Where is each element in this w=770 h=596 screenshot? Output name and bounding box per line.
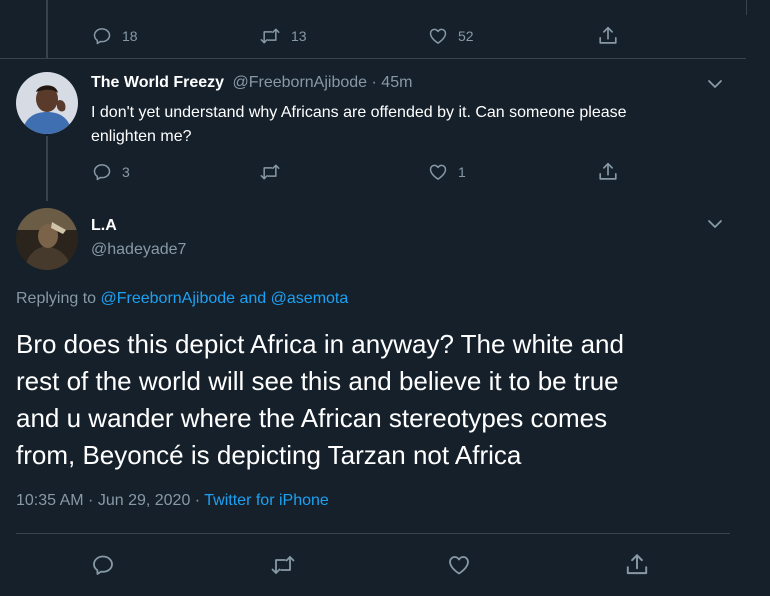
- top-reply-action[interactable]: 18: [92, 26, 138, 46]
- main-like-action[interactable]: [447, 553, 471, 577]
- retweet-icon: [259, 26, 281, 46]
- author-name[interactable]: L.A: [91, 216, 186, 236]
- top-like-action[interactable]: 52: [428, 26, 474, 46]
- replying-and: and: [239, 290, 267, 307]
- separator: ·: [371, 74, 377, 91]
- share-icon: [624, 552, 650, 578]
- reply-tweet-text: I don't yet understand why Africans are …: [91, 101, 627, 149]
- tweet-timestamp[interactable]: 10:35 AM · Jun 29, 2020: [16, 492, 190, 509]
- divider: [0, 58, 746, 59]
- top-reply-count: 18: [122, 28, 138, 44]
- mention-link[interactable]: @asemota: [271, 290, 349, 307]
- avatar[interactable]: [16, 72, 78, 134]
- reply-count: 3: [122, 164, 130, 180]
- like-icon: [428, 26, 448, 46]
- tweet-thread: 18 13 52 The World Freezy @FreebornAjibo…: [0, 0, 770, 596]
- top-retweet-count: 13: [291, 28, 307, 44]
- reply-action[interactable]: 3: [92, 162, 130, 182]
- tweet-source[interactable]: Twitter for iPhone: [204, 492, 329, 509]
- mention-link[interactable]: @FreebornAjibode: [101, 290, 236, 307]
- tweet-text-line: and u wander where the African stereotyp…: [16, 403, 608, 433]
- top-retweet-action[interactable]: 13: [259, 26, 307, 46]
- separator: ·: [194, 492, 201, 509]
- reply-icon: [92, 26, 112, 46]
- reply-icon: [92, 162, 112, 182]
- share-icon: [597, 161, 619, 183]
- reply-icon: [91, 553, 115, 577]
- top-like-count: 52: [458, 28, 474, 44]
- column-border: [746, 0, 747, 15]
- reply-text-line: I don't yet understand why Africans are …: [91, 104, 627, 121]
- like-icon: [447, 553, 471, 577]
- main-tweet-author: L.A @hadeyade7: [91, 216, 186, 262]
- replying-to: Replying to @FreebornAjibode and @asemot…: [16, 290, 348, 308]
- tweet-meta: 10:35 AM · Jun 29, 2020 · Twitter for iP…: [16, 492, 329, 510]
- share-icon: [597, 25, 619, 47]
- retweet-icon: [259, 162, 281, 182]
- main-share-action[interactable]: [624, 552, 650, 578]
- main-reply-action[interactable]: [91, 553, 115, 577]
- tweet-time[interactable]: 45m: [381, 74, 412, 91]
- author-handle[interactable]: @FreebornAjibode: [233, 74, 368, 91]
- main-retweet-action[interactable]: [270, 553, 296, 577]
- thread-line-mid: [46, 136, 48, 201]
- reply-tweet-header: The World Freezy @FreebornAjibode · 45m: [91, 74, 412, 92]
- like-icon: [428, 162, 448, 182]
- tweet-text-line: rest of the world will see this and beli…: [16, 366, 619, 396]
- thread-line-top: [46, 0, 48, 58]
- share-action[interactable]: [597, 161, 619, 183]
- retweet-icon: [270, 553, 296, 577]
- reply-text-line: enlighten me?: [91, 128, 192, 145]
- tweet-text-line: Bro does this depict Africa in anyway? T…: [16, 329, 624, 359]
- main-tweet-text: Bro does this depict Africa in anyway? T…: [16, 326, 624, 474]
- author-handle[interactable]: @hadeyade7: [91, 238, 186, 262]
- divider: [16, 533, 730, 534]
- chevron-down-icon[interactable]: [705, 76, 725, 97]
- replying-prefix: Replying to: [16, 290, 97, 307]
- retweet-action[interactable]: [259, 162, 281, 182]
- like-action[interactable]: 1: [428, 162, 466, 182]
- like-count: 1: [458, 164, 466, 180]
- avatar[interactable]: [16, 208, 78, 270]
- author-name[interactable]: The World Freezy: [91, 74, 224, 91]
- top-share-action[interactable]: [597, 25, 619, 47]
- chevron-down-icon[interactable]: [705, 216, 725, 237]
- tweet-text-line: from, Beyoncé is depicting Tarzan not Af…: [16, 440, 522, 470]
